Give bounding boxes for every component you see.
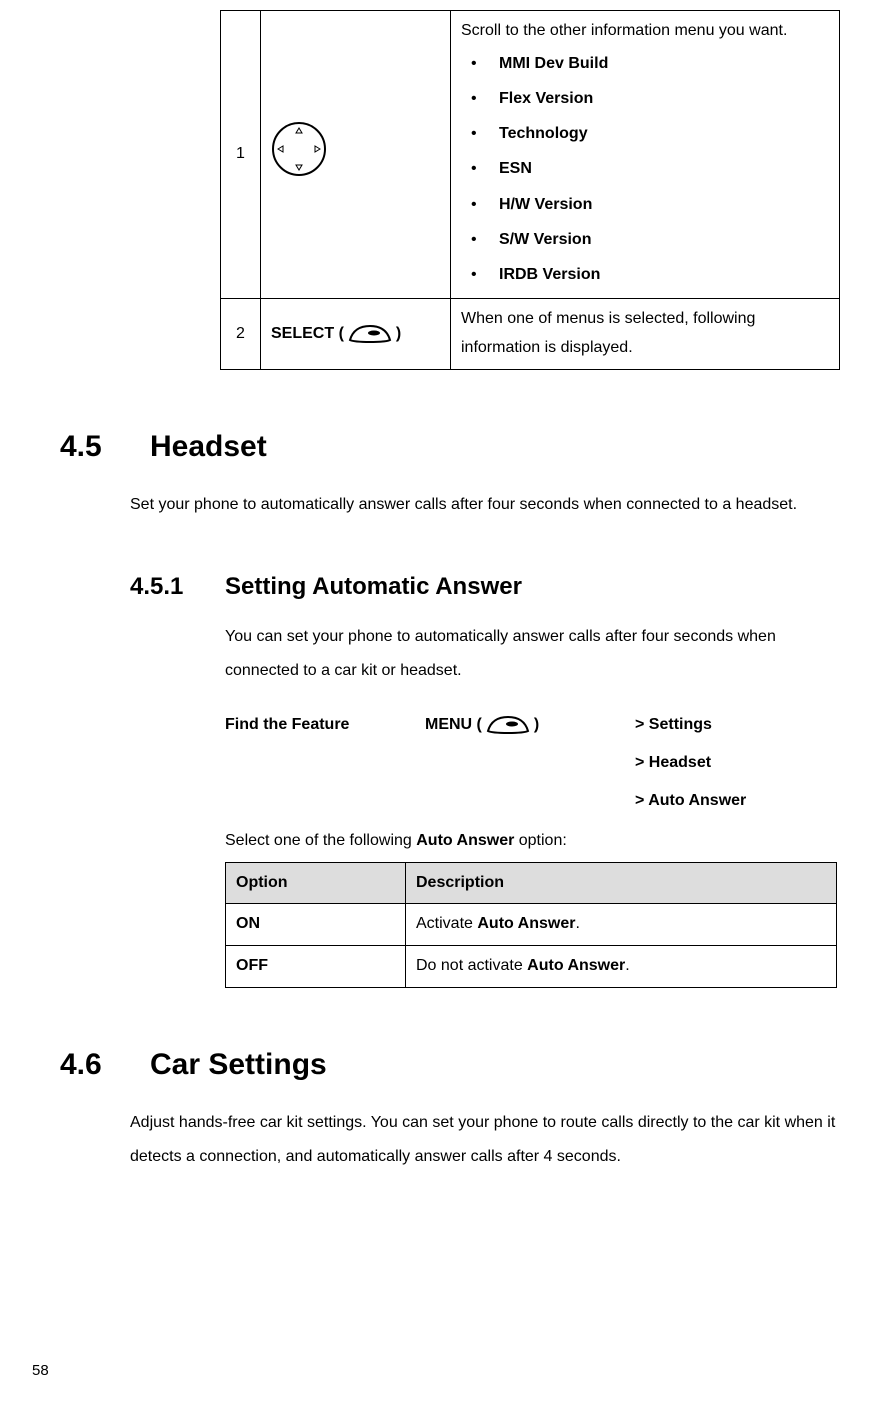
text: Activate <box>416 915 477 932</box>
subsection-title: Setting Automatic Answer <box>225 573 522 600</box>
options-table: Option Description ON Activate Auto Answ… <box>225 862 837 988</box>
scroll-text: Scroll to the other information menu you… <box>461 17 829 46</box>
menu-text: MENU ( <box>425 706 482 744</box>
select-button-cell: SELECT ( ) <box>261 299 451 370</box>
menu-button-label: MENU ( ) <box>425 706 635 744</box>
section-body: Adjust hands-free car kit settings. You … <box>130 1106 836 1173</box>
subsection-heading-auto-answer: 4.5.1Setting Automatic Answer <box>130 565 836 608</box>
option-off-description: Do not activate Auto Answer. <box>406 946 837 988</box>
info-menu-list: MMI Dev Build Flex Version Technology ES… <box>461 46 829 292</box>
list-item: H/W Version <box>499 187 829 222</box>
section-number: 4.5 <box>60 420 150 474</box>
list-item: Technology <box>499 116 829 151</box>
option-on: ON <box>226 904 406 946</box>
step-description: When one of menus is selected, following… <box>451 299 840 370</box>
bold-text: Auto Answer <box>416 832 514 849</box>
text: Select one of the following <box>225 832 416 849</box>
table-row: ON Activate Auto Answer. <box>226 904 837 946</box>
menu-close: ) <box>534 706 539 744</box>
bold-text: Auto Answer <box>477 915 575 932</box>
section-body: Set your phone to automatically answer c… <box>130 488 836 522</box>
nav-path-headset: > Headset <box>635 744 711 782</box>
subsection-body: You can set your phone to automatically … <box>225 620 836 687</box>
directional-pad-icon <box>271 121 327 177</box>
text: option: <box>514 832 566 849</box>
text: . <box>575 915 579 932</box>
select-label-text: SELECT ( <box>271 320 344 349</box>
nav-path-settings: > Settings <box>635 706 836 744</box>
text: . <box>625 957 629 974</box>
select-label-close: ) <box>396 320 401 349</box>
step-description: Scroll to the other information menu you… <box>451 11 840 299</box>
step-number: 1 <box>221 11 261 299</box>
step-number: 2 <box>221 299 261 370</box>
list-item: S/W Version <box>499 222 829 257</box>
subsection-number: 4.5.1 <box>130 565 225 608</box>
section-title: Car Settings <box>150 1048 327 1081</box>
steps-table: 1 Scroll to the other information menu y… <box>220 10 840 370</box>
nav-icon-cell <box>261 11 451 299</box>
table-row: OFF Do not activate Auto Answer. <box>226 946 837 988</box>
list-item: IRDB Version <box>499 257 829 292</box>
column-header-description: Description <box>406 862 837 904</box>
bold-text: Auto Answer <box>527 957 625 974</box>
column-header-option: Option <box>226 862 406 904</box>
section-title: Headset <box>150 430 267 463</box>
softkey-icon <box>348 324 392 344</box>
text: Do not activate <box>416 957 527 974</box>
option-off: OFF <box>226 946 406 988</box>
option-on-description: Activate Auto Answer. <box>406 904 837 946</box>
nav-path-auto-answer: > Auto Answer <box>635 782 746 820</box>
page-number: 58 <box>32 1357 49 1384</box>
feature-navigation: Find the Feature MENU ( ) > Settings > H… <box>225 706 836 821</box>
softkey-icon <box>486 715 530 735</box>
list-item: Flex Version <box>499 81 829 116</box>
select-instruction: Select one of the following Auto Answer … <box>225 827 836 856</box>
section-heading-car-settings: 4.6Car Settings <box>60 1038 836 1092</box>
find-feature-label: Find the Feature <box>225 706 425 744</box>
list-item: ESN <box>499 151 829 186</box>
list-item: MMI Dev Build <box>499 46 829 81</box>
section-number: 4.6 <box>60 1038 150 1092</box>
section-heading-headset: 4.5Headset <box>60 420 836 474</box>
